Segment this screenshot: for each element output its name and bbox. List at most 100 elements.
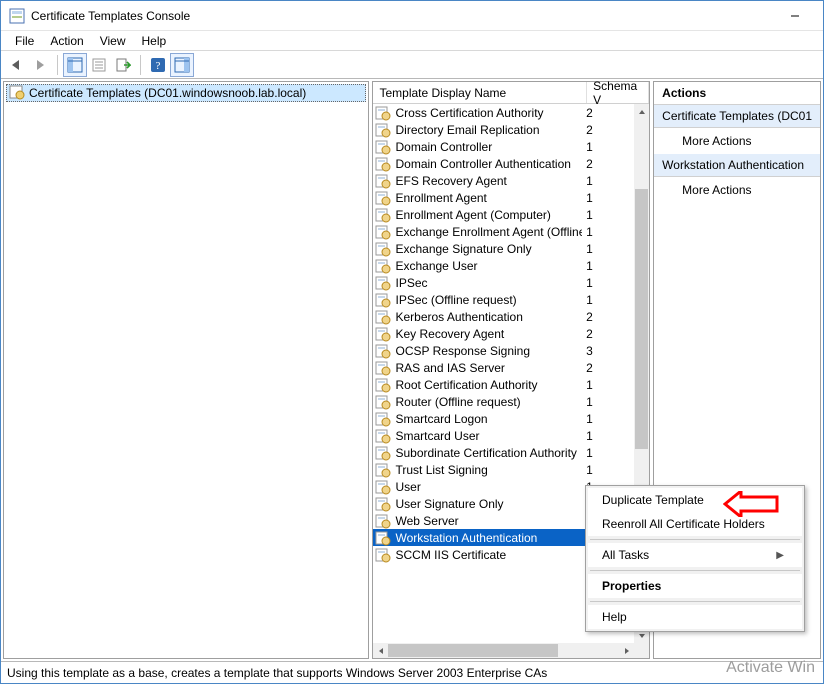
certificate-template-icon (375, 547, 391, 563)
properties-button[interactable] (87, 53, 111, 77)
template-schema-cell: 1 (586, 378, 634, 392)
scroll-thumb[interactable] (635, 189, 648, 449)
context-menu-separator (590, 601, 800, 602)
certificate-template-icon (375, 241, 391, 257)
toolbar: ? (1, 51, 823, 79)
export-list-button[interactable] (111, 53, 135, 77)
certificate-template-icon (375, 190, 391, 206)
scroll-left-arrow-icon[interactable] (373, 643, 388, 658)
template-name-cell: User Signature Only (395, 497, 582, 511)
context-menu-item-label: All Tasks (602, 548, 649, 562)
help-button[interactable]: ? (146, 53, 170, 77)
app-icon (9, 8, 25, 24)
context-menu-duplicate-template[interactable]: Duplicate Template (588, 488, 802, 512)
minimize-button[interactable] (775, 2, 815, 30)
table-row[interactable]: Smartcard Logon1 (373, 410, 634, 427)
template-name-cell: IPSec (Offline request) (395, 293, 582, 307)
toolbar-separator (140, 55, 141, 75)
template-schema-cell: 1 (586, 225, 634, 239)
template-name-cell: Kerberos Authentication (395, 310, 582, 324)
template-name-cell: Root Certification Authority (395, 378, 582, 392)
table-row[interactable]: RAS and IAS Server2 (373, 359, 634, 376)
table-row[interactable]: Domain Controller Authentication 2 (373, 155, 634, 172)
certificate-template-icon (375, 360, 391, 376)
certificate-template-icon (375, 224, 391, 240)
table-row[interactable]: OCSP Response Signing3 (373, 342, 634, 359)
context-menu-properties[interactable]: Properties (588, 574, 802, 598)
table-row[interactable]: Subordinate Certification Authority1 (373, 444, 634, 461)
table-row[interactable]: Enrollment Agent (Computer)1 (373, 206, 634, 223)
certificate-template-icon (375, 105, 391, 121)
context-menu-separator (590, 539, 800, 540)
table-row[interactable]: Exchange Signature Only1 (373, 240, 634, 257)
template-name-cell: OCSP Response Signing (395, 344, 582, 358)
table-row[interactable]: Exchange User1 (373, 257, 634, 274)
template-schema-cell: 2 (586, 310, 634, 324)
actions-group-selection[interactable]: Workstation Authentication (654, 154, 820, 177)
certificate-template-icon (375, 122, 391, 138)
table-row[interactable]: Kerberos Authentication 2 (373, 308, 634, 325)
template-schema-cell: 1 (586, 446, 634, 460)
table-row[interactable]: Root Certification Authority 1 (373, 376, 634, 393)
table-row[interactable]: Trust List Signing1 (373, 461, 634, 478)
context-menu-help[interactable]: Help (588, 605, 802, 629)
svg-text:?: ? (156, 60, 161, 72)
template-name-cell: Exchange Enrollment Agent (Offline requ.… (395, 225, 582, 239)
scroll-up-arrow-icon[interactable] (634, 104, 649, 119)
table-row[interactable]: EFS Recovery Agent1 (373, 172, 634, 189)
certificate-template-icon (375, 428, 391, 444)
show-actions-pane-button[interactable] (170, 53, 194, 77)
certificate-template-icon (375, 513, 391, 529)
table-row[interactable]: Domain Controller1 (373, 138, 634, 155)
menu-action[interactable]: Action (42, 31, 91, 51)
certificate-template-icon (375, 173, 391, 189)
template-name-cell: Web Server (395, 514, 582, 528)
menu-file[interactable]: File (7, 31, 42, 51)
template-name-cell: User (395, 480, 582, 494)
table-row[interactable]: Enrollment Agent 1 (373, 189, 634, 206)
template-name-cell: Enrollment Agent (395, 191, 582, 205)
template-name-cell: Smartcard User (395, 429, 582, 443)
table-row[interactable]: Router (Offline request)1 (373, 393, 634, 410)
certificate-template-icon (375, 496, 391, 512)
status-text: Using this template as a base, creates a… (7, 666, 547, 680)
back-button[interactable] (4, 53, 28, 77)
window-title: Certificate Templates Console (31, 9, 775, 23)
context-menu-item-label: Properties (602, 579, 661, 593)
actions-header: Actions (654, 82, 820, 105)
actions-more-1[interactable]: More Actions (654, 128, 820, 154)
table-row[interactable]: Exchange Enrollment Agent (Offline requ.… (373, 223, 634, 240)
menu-help[interactable]: Help (134, 31, 175, 51)
table-row[interactable]: Key Recovery Agent2 (373, 325, 634, 342)
certificate-template-icon (375, 462, 391, 478)
template-schema-cell: 1 (586, 242, 634, 256)
certificate-template-icon (375, 326, 391, 342)
template-schema-cell: 2 (586, 361, 634, 375)
horizontal-scrollbar[interactable] (373, 643, 634, 658)
template-name-cell: Domain Controller Authentication (395, 157, 582, 171)
table-row[interactable]: Smartcard User1 (373, 427, 634, 444)
template-schema-cell: 1 (586, 140, 634, 154)
table-row[interactable]: Cross Certification Authority2 (373, 104, 634, 121)
forward-button[interactable] (28, 53, 52, 77)
table-row[interactable]: IPSec (Offline request)1 (373, 291, 634, 308)
actions-more-2[interactable]: More Actions (654, 177, 820, 203)
certificate-template-icon (375, 207, 391, 223)
template-schema-cell: 2 (586, 157, 634, 171)
table-row[interactable]: Directory Email Replication2 (373, 121, 634, 138)
context-menu-all-tasks[interactable]: All Tasks ▶ (588, 543, 802, 567)
status-bar: Using this template as a base, creates a… (1, 661, 823, 683)
template-schema-cell: 1 (586, 191, 634, 205)
scroll-thumb[interactable] (388, 644, 558, 657)
scroll-right-arrow-icon[interactable] (619, 643, 634, 658)
title-bar: Certificate Templates Console (1, 1, 823, 31)
table-row[interactable]: IPSec1 (373, 274, 634, 291)
column-header-schema[interactable]: Schema V (587, 82, 649, 103)
column-header-name[interactable]: Template Display Name (373, 82, 587, 103)
menu-view[interactable]: View (92, 31, 134, 51)
tree-root-node[interactable]: Certificate Templates (DC01.windowsnoob.… (6, 84, 366, 102)
show-hide-tree-button[interactable] (63, 53, 87, 77)
context-menu-reenroll-holders[interactable]: Reenroll All Certificate Holders (588, 512, 802, 536)
actions-group-templates[interactable]: Certificate Templates (DC01 (654, 105, 820, 128)
template-name-cell: Enrollment Agent (Computer) (395, 208, 582, 222)
